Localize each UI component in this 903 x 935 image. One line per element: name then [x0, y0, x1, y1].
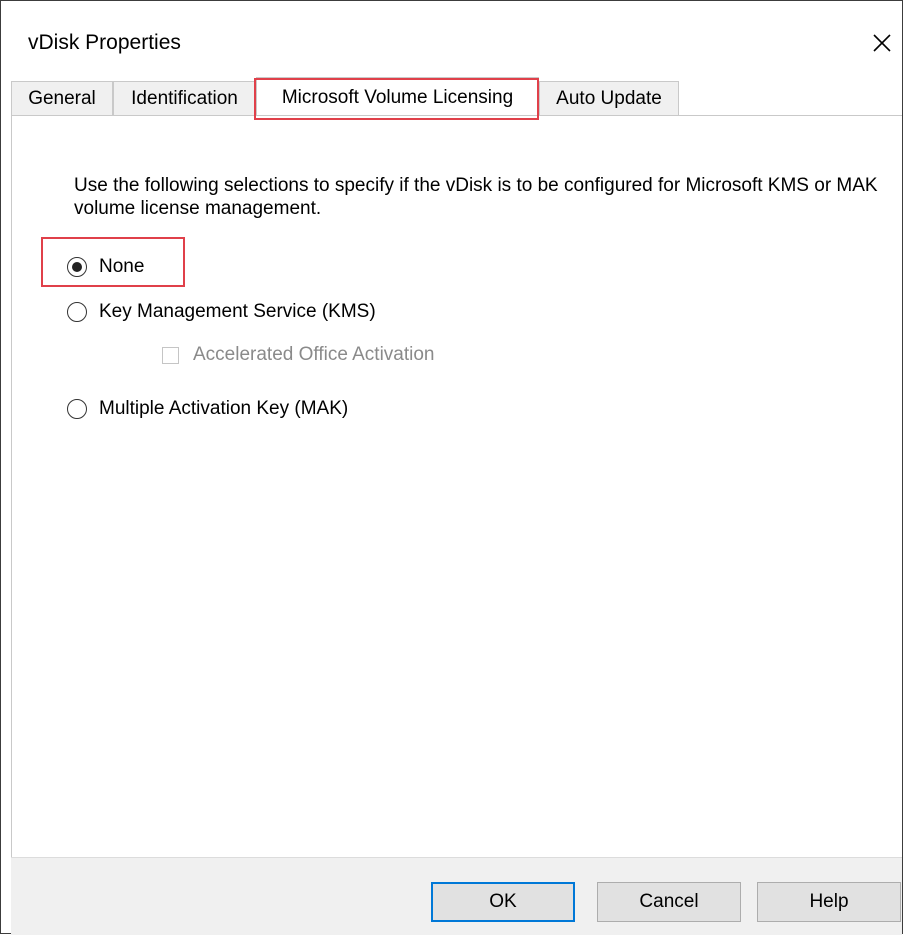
title-bar: vDisk Properties: [1, 1, 902, 79]
close-button[interactable]: [862, 23, 902, 63]
tab-general[interactable]: General: [11, 81, 113, 115]
dialog-title: vDisk Properties: [28, 31, 181, 54]
radio-mak-label: Multiple Activation Key (MAK): [99, 398, 349, 419]
radio-mak[interactable]: Multiple Activation Key (MAK): [67, 398, 348, 420]
radio-kms[interactable]: Key Management Service (KMS): [67, 301, 376, 323]
close-icon: [873, 34, 891, 52]
radio-button[interactable]: [67, 302, 87, 322]
accelerated-office-activation-label: Accelerated Office Activation: [193, 344, 435, 365]
vdisk-properties-dialog: vDisk Properties General Identification …: [0, 0, 903, 935]
help-button[interactable]: Help: [757, 882, 901, 922]
cancel-button[interactable]: Cancel: [597, 882, 741, 922]
checkbox-box[interactable]: [162, 346, 179, 364]
tab-auto-update[interactable]: Auto Update: [539, 81, 679, 115]
licensing-panel: Use the following selections to specify …: [11, 115, 902, 857]
tab-strip: General Identification Microsoft Volume …: [11, 77, 902, 117]
accelerated-office-activation-checkbox[interactable]: Accelerated Office Activation: [162, 344, 435, 366]
radio-button-checked[interactable]: [67, 257, 87, 277]
tab-identification[interactable]: Identification: [113, 81, 256, 115]
tab-microsoft-volume-licensing[interactable]: Microsoft Volume Licensing: [256, 77, 539, 115]
ok-button[interactable]: OK: [431, 882, 575, 922]
radio-none-label: None: [99, 256, 145, 277]
button-bar: OK Cancel Help: [11, 857, 902, 935]
radio-kms-label: Key Management Service (KMS): [99, 301, 376, 322]
radio-none[interactable]: None: [67, 256, 144, 278]
radio-button[interactable]: [67, 399, 87, 419]
licensing-description: Use the following selections to specify …: [74, 175, 878, 219]
